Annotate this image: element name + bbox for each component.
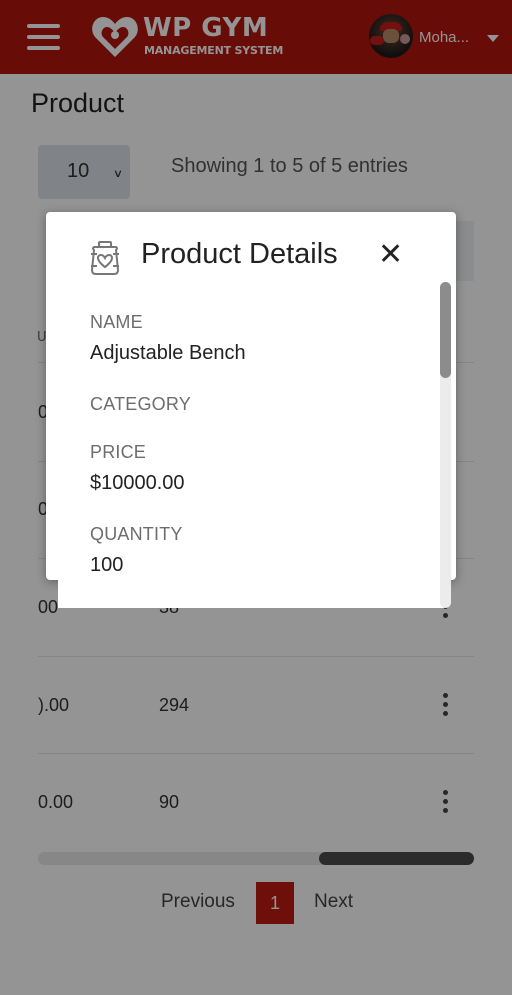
product-icon (90, 241, 120, 275)
field-label-quantity: QUANTITY (90, 524, 183, 544)
field-label-name: NAME (90, 312, 143, 332)
field-value-quantity: 100 (90, 554, 124, 576)
modal-scrollbar-thumb[interactable] (440, 282, 451, 378)
field-label-category: CATEGORY (90, 394, 191, 414)
close-icon[interactable]: ✕ (378, 240, 403, 270)
field-label-price: PRICE (90, 442, 147, 462)
field-value-name: Adjustable Bench (90, 342, 246, 364)
field-value-price: $10000.00 (90, 472, 185, 494)
modal-title: Product Details (141, 238, 338, 270)
